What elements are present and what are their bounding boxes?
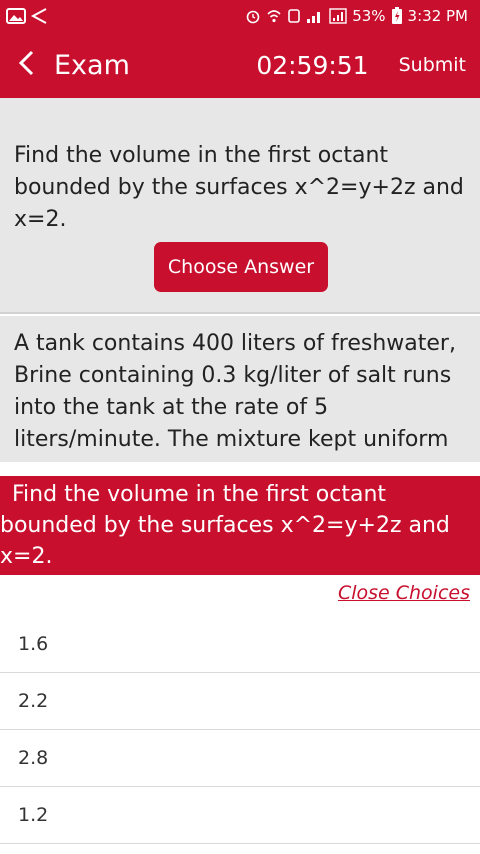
choice-option[interactable]: 2.8 [0, 730, 480, 787]
question-card: A tank contains 400 liters of freshwater… [0, 316, 480, 462]
back-button[interactable] [0, 32, 52, 98]
panel-question-text: Find the volume in the first octant boun… [0, 482, 450, 569]
question-text: A tank contains 400 liters of freshwater… [14, 331, 456, 452]
choices-panel-header: Find the volume in the first octant boun… [0, 476, 480, 575]
choice-option[interactable]: 1.6 [0, 616, 480, 673]
signal-icon [306, 8, 324, 24]
app-bar: Exam 02:59:51 Submit [0, 32, 480, 98]
question-text: Find the volume in the first octant boun… [14, 143, 464, 232]
send-icon [30, 7, 48, 25]
choose-answer-button[interactable]: Choose Answer [154, 242, 328, 292]
choices-panel: Find the volume in the first octant boun… [0, 476, 480, 854]
battery-percent: 53% [352, 7, 386, 25]
choice-option[interactable]: 2.2 [0, 673, 480, 730]
question-card: Find the volume in the first octant boun… [0, 98, 480, 314]
signal-box-icon [329, 8, 347, 24]
alarm-icon [245, 8, 261, 24]
battery-charging-icon [391, 7, 403, 25]
page-title: Exam [54, 49, 130, 81]
nfc-icon [287, 8, 301, 24]
chevron-left-icon [17, 49, 35, 81]
choice-option[interactable]: 1.2 [0, 787, 480, 844]
gallery-icon [6, 8, 26, 24]
status-bar: 53% 3:32 PM [0, 0, 480, 32]
status-time: 3:32 PM [407, 7, 468, 25]
submit-button[interactable]: Submit [399, 54, 466, 76]
choice-list: 1.6 2.2 2.8 1.2 [0, 616, 480, 844]
exam-timer: 02:59:51 [256, 50, 369, 80]
wifi-icon [266, 8, 282, 24]
close-choices-link[interactable]: Close Choices [338, 582, 470, 604]
